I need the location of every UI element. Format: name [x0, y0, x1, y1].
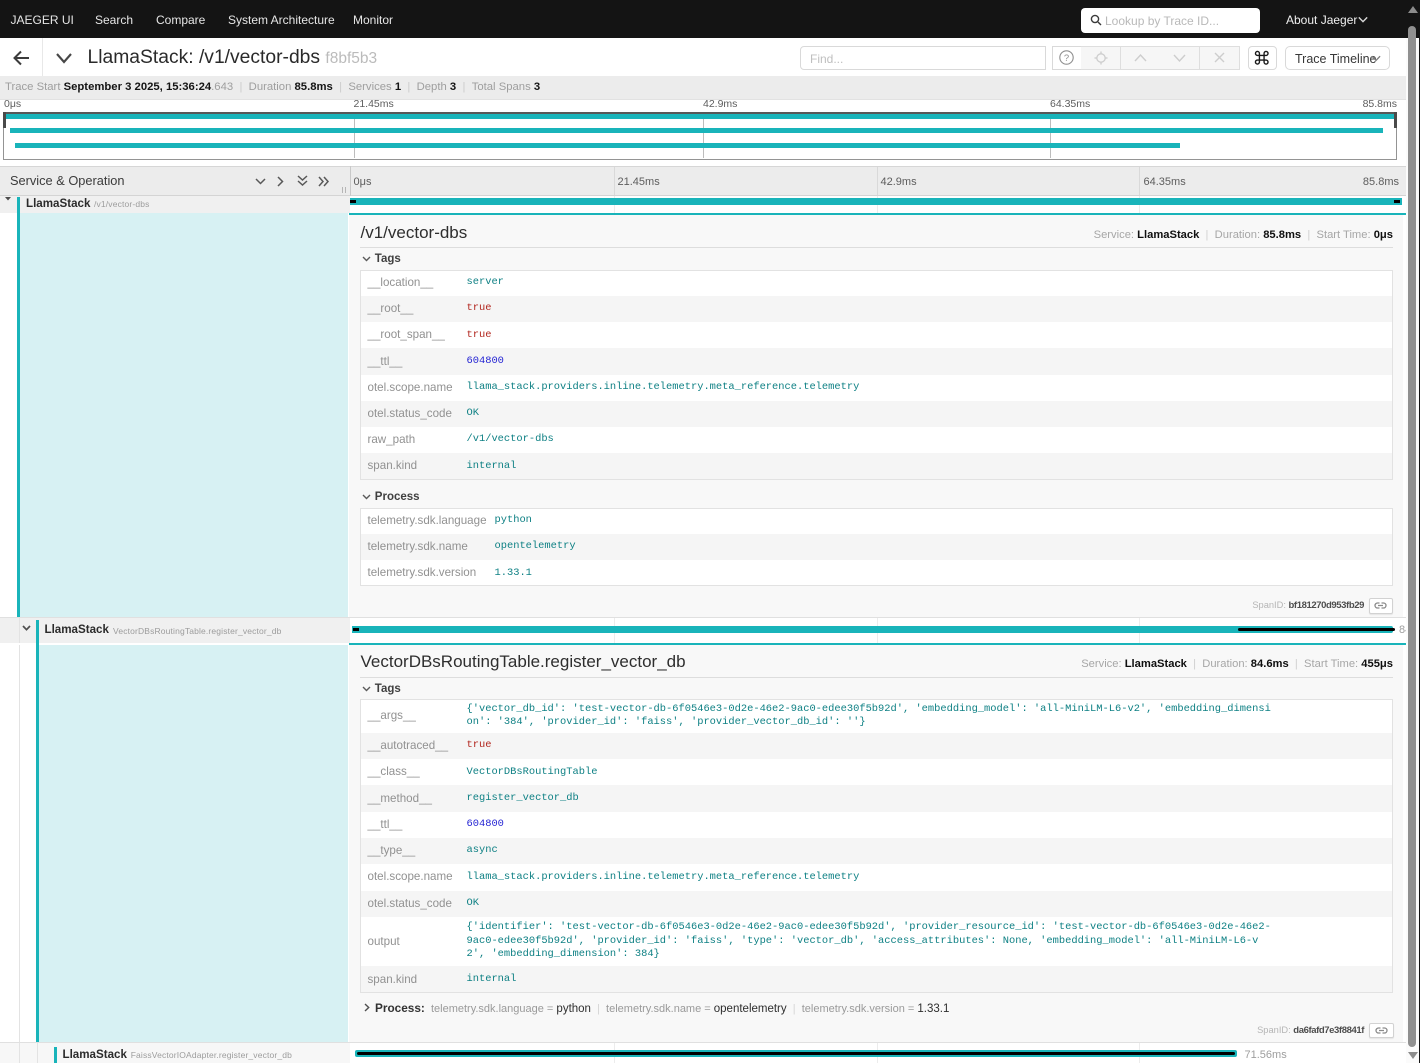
- svg-text:?: ?: [1064, 53, 1069, 64]
